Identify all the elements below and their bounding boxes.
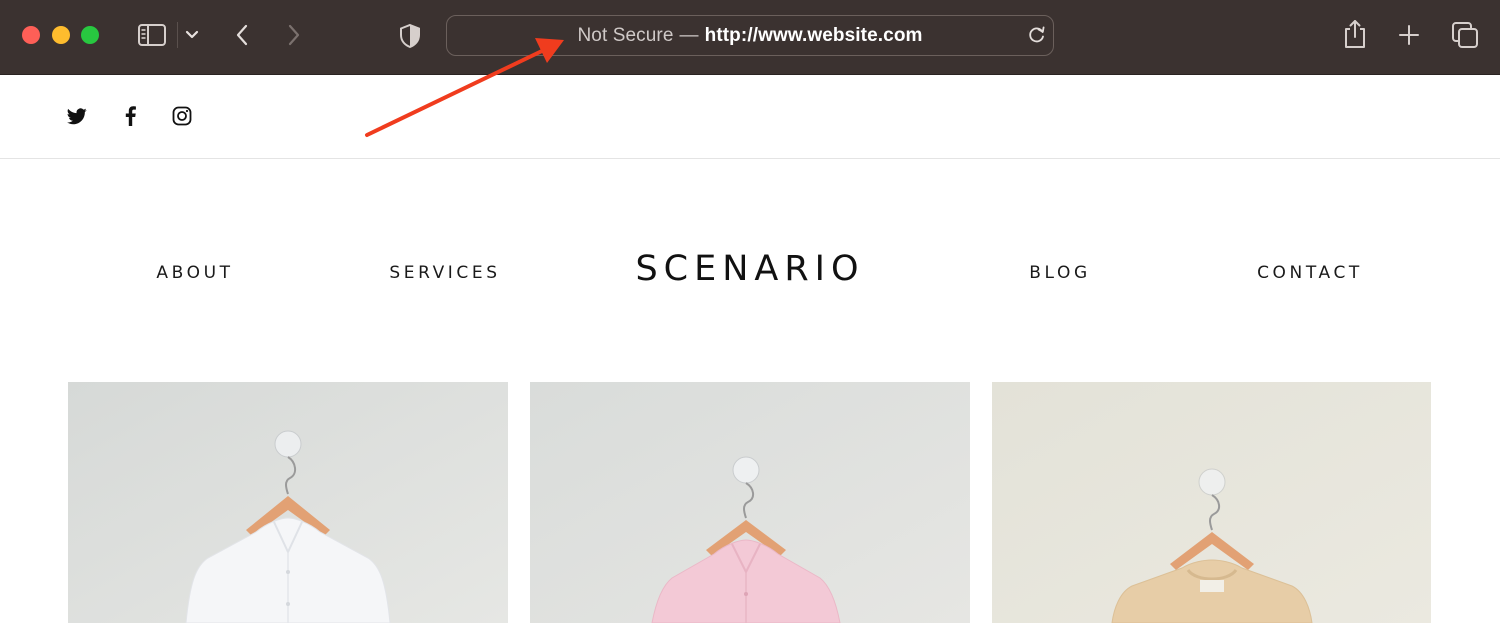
instagram-icon[interactable] xyxy=(171,105,193,127)
facebook-icon[interactable] xyxy=(119,105,141,127)
nav-contact[interactable]: CONTACT xyxy=(1225,258,1395,288)
nav-about[interactable]: ABOUT xyxy=(120,258,270,288)
browser-toolbar: Not Secure — http://www.website.com xyxy=(0,0,1500,75)
shield-icon[interactable] xyxy=(397,22,423,50)
twitter-icon[interactable] xyxy=(66,105,88,127)
address-bar[interactable]: Not Secure — http://www.website.com xyxy=(446,15,1054,56)
security-label: Not Secure xyxy=(577,24,674,46)
gallery-image-beige-tshirt[interactable] xyxy=(992,382,1431,623)
sidebar-icon[interactable] xyxy=(136,22,168,48)
reload-icon[interactable] xyxy=(1025,23,1049,47)
url-text: http://www.website.com xyxy=(704,24,923,46)
window-close-button[interactable] xyxy=(22,26,40,44)
window-maximize-button[interactable] xyxy=(81,26,99,44)
tabs-overview-icon[interactable] xyxy=(1450,20,1480,50)
address-separator: — xyxy=(679,24,699,46)
gallery-image-white-shirt[interactable] xyxy=(68,382,508,623)
address-text: Not Secure — http://www.website.com xyxy=(447,16,1053,55)
window-minimize-button[interactable] xyxy=(52,26,70,44)
plus-icon[interactable] xyxy=(1395,21,1423,49)
nav-services[interactable]: SERVICES xyxy=(360,258,530,288)
gallery-image-pink-shirt[interactable] xyxy=(530,382,970,623)
toolbar-divider xyxy=(177,22,178,48)
social-bar xyxy=(0,75,1500,159)
back-icon[interactable] xyxy=(230,22,254,48)
share-icon[interactable] xyxy=(1340,17,1370,51)
nav-blog[interactable]: BLOG xyxy=(1000,258,1120,288)
site-logo[interactable]: SCENARIO xyxy=(600,245,900,293)
chevron-down-icon[interactable] xyxy=(182,25,202,45)
forward-icon[interactable] xyxy=(282,22,306,48)
